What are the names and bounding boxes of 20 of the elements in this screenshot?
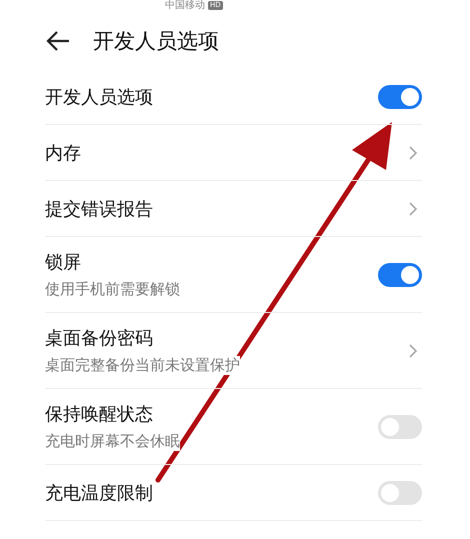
- toggle-switch[interactable]: [378, 84, 422, 108]
- chevron-icon: [408, 342, 418, 358]
- setting-title[interactable]: 开发人员选项: [45, 84, 378, 108]
- carrier-name: 中国移动: [165, 1, 205, 11]
- chevron-icon: [408, 200, 418, 216]
- setting-title[interactable]: 锁屏: [45, 250, 378, 274]
- setting-description: 使用手机前需要解锁: [45, 280, 180, 299]
- back-icon[interactable]: [45, 30, 71, 52]
- chevron-icon: [408, 144, 418, 160]
- setting-title[interactable]: 充电温度限制: [45, 480, 378, 504]
- setting-title[interactable]: 提交错误报告: [45, 196, 408, 220]
- setting-title[interactable]: 内存: [45, 140, 408, 164]
- setting-title[interactable]: 桌面备份密码: [45, 326, 408, 350]
- setting-description: 充电时屏幕不会休眠: [45, 432, 180, 451]
- toggle-switch[interactable]: [378, 414, 422, 438]
- setting-title[interactable]: 保持唤醒状态: [45, 402, 378, 426]
- toggle-switch[interactable]: [378, 480, 422, 504]
- setting-description: 桌面完整备份当前未设置保护: [45, 356, 240, 375]
- toggle-switch[interactable]: [378, 262, 422, 286]
- page-title: 开发人员选项: [93, 28, 219, 55]
